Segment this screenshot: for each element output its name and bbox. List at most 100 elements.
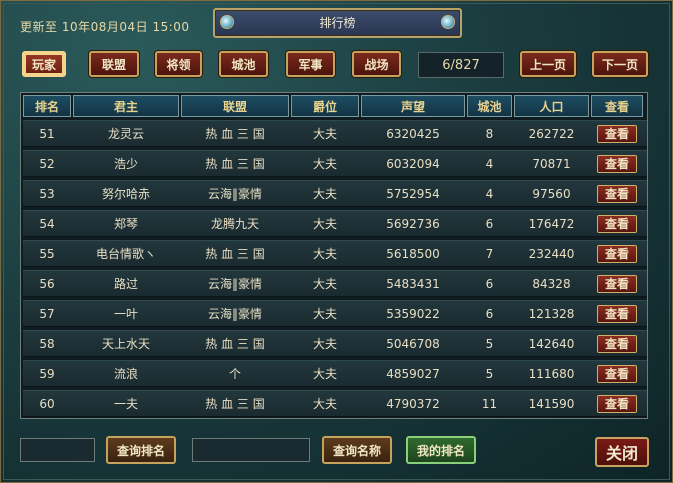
update-time-text: 更新至 10年08月04日 15:00	[20, 20, 190, 34]
cell-title: 大夫	[312, 307, 337, 321]
cell-alliance: 热 血 三 国	[205, 337, 265, 351]
cell-rank: 59	[39, 366, 55, 381]
ranking-table: 排名 君主 联盟 爵位 声望 城池 人口 查看 51 龙灵云热 血 三 国大夫 63…	[20, 92, 648, 419]
cell-cities: 6	[485, 276, 494, 291]
cell-cities: 6	[485, 306, 494, 321]
cell-rank: 54	[39, 216, 55, 231]
cell-view: 查看	[591, 334, 643, 353]
cell-prestige: 5483431	[386, 276, 440, 291]
gem-icon	[441, 15, 455, 29]
prev-page-button[interactable]: 上一页	[520, 51, 576, 77]
cell-alliance: 云海‖豪情	[207, 277, 262, 291]
cell-title: 大夫	[312, 337, 337, 351]
tab-battlefield[interactable]: 战场	[352, 51, 401, 77]
view-button[interactable]: 查看	[597, 214, 637, 233]
view-button[interactable]: 查看	[597, 274, 637, 293]
cell-prestige: 5359022	[386, 306, 440, 321]
query-name-button[interactable]: 查询名称	[322, 436, 392, 464]
header-title: 爵位	[291, 95, 359, 117]
cell-view: 查看	[591, 274, 643, 293]
next-page-button[interactable]: 下一页	[592, 51, 648, 77]
title-bar: 排行榜	[213, 8, 462, 38]
cell-population: 141590	[528, 396, 575, 411]
cell-population: 262722	[528, 126, 575, 141]
cell-view: 查看	[591, 304, 643, 323]
cell-alliance: 云海‖豪情	[207, 187, 262, 201]
table-body: 51 龙灵云热 血 三 国大夫 6320425 8 262722 查看 52 浩少热 血 三 …	[23, 120, 647, 420]
cell-cities: 7	[485, 246, 494, 261]
close-button[interactable]: 关闭	[595, 437, 649, 467]
cell-title: 大夫	[312, 127, 337, 141]
cell-title: 大夫	[312, 247, 337, 261]
tab-general[interactable]: 将领	[155, 51, 202, 77]
cell-population: 176472	[528, 216, 575, 231]
cell-alliance: 热 血 三 国	[205, 247, 265, 261]
table-row: 53 努尔哈赤 云海‖豪情 大夫 5752954 4 97560 查看	[23, 180, 647, 207]
view-button[interactable]: 查看	[597, 364, 637, 383]
table-header-row: 排名 君主 联盟 爵位 声望 城池 人口 查看	[23, 95, 643, 117]
header-lord: 君主	[73, 95, 179, 117]
cell-population: 142640	[528, 336, 575, 351]
cell-lord: 一叶	[113, 307, 138, 321]
view-button[interactable]: 查看	[597, 394, 637, 413]
tab-player[interactable]: 玩家	[22, 51, 66, 77]
view-button[interactable]: 查看	[597, 184, 637, 203]
cell-alliance: 热 血 三 国	[205, 127, 265, 141]
rank-search-input[interactable]	[20, 438, 95, 462]
tab-city[interactable]: 城池	[219, 51, 268, 77]
cell-prestige: 4859027	[386, 366, 440, 381]
view-button[interactable]: 查看	[597, 334, 637, 353]
table-row: 56 路过 云海‖豪情 大夫 5483431 6 84328 查看	[23, 270, 647, 297]
cell-cities: 5	[485, 336, 494, 351]
cell-title: 大夫	[312, 277, 337, 291]
cell-prestige: 4790372	[386, 396, 440, 411]
cell-prestige: 5618500	[386, 246, 440, 261]
table-row: 55 电台情歌ヽ 热 血 三 国 大夫 5618500 7 232440 查看	[23, 240, 647, 267]
cell-view: 查看	[591, 124, 643, 143]
header-cities: 城池	[467, 95, 512, 117]
tab-alliance[interactable]: 联盟	[89, 51, 139, 77]
header-rank: 排名	[23, 95, 71, 117]
cell-rank: 57	[39, 306, 55, 321]
cell-title: 大夫	[312, 157, 337, 171]
cell-rank: 53	[39, 186, 55, 201]
table-row: 58 天上水天 热 血 三 国 大夫 5046708 5 142640 查看	[23, 330, 647, 357]
cell-prestige: 6032094	[386, 156, 440, 171]
window-title: 排行榜	[319, 16, 356, 30]
cell-view: 查看	[591, 184, 643, 203]
view-button[interactable]: 查看	[597, 304, 637, 323]
cell-view: 查看	[591, 214, 643, 233]
table-row: 51 龙灵云 热 血 三 国 大夫 6320425 8 262722 查看	[23, 120, 647, 147]
cell-alliance: 云海‖豪情	[207, 307, 262, 321]
table-row: 60 一夫 热 血 三 国 大夫 4790372 11 141590 查看	[23, 390, 647, 417]
tab-military[interactable]: 军事	[286, 51, 335, 77]
query-rank-button[interactable]: 查询排名	[106, 436, 176, 464]
cell-lord: 路过	[113, 277, 138, 291]
cell-title: 大夫	[312, 217, 337, 231]
cell-lord: 郑琴	[113, 217, 138, 231]
cell-population: 70871	[532, 156, 571, 171]
cell-lord: 流浪	[113, 367, 138, 381]
cell-rank: 51	[39, 126, 55, 141]
view-button[interactable]: 查看	[597, 124, 637, 143]
cell-cities: 4	[485, 156, 494, 171]
cell-rank: 55	[39, 246, 55, 261]
cell-view: 查看	[591, 394, 643, 413]
cell-view: 查看	[591, 244, 643, 263]
header-alliance: 联盟	[181, 95, 289, 117]
view-button[interactable]: 查看	[597, 154, 637, 173]
view-button[interactable]: 查看	[597, 244, 637, 263]
cell-prestige: 5046708	[386, 336, 440, 351]
name-search-input[interactable]	[192, 438, 310, 462]
cell-alliance: 个	[228, 367, 241, 381]
cell-lord: 龙灵云	[107, 127, 144, 141]
cell-cities: 5	[485, 366, 494, 381]
cell-view: 查看	[591, 154, 643, 173]
cell-title: 大夫	[312, 187, 337, 201]
cell-rank: 58	[39, 336, 55, 351]
cell-title: 大夫	[312, 397, 337, 411]
cell-alliance: 热 血 三 国	[205, 397, 265, 411]
my-rank-button[interactable]: 我的排名	[406, 436, 476, 464]
cell-rank: 56	[39, 276, 55, 291]
cell-lord: 天上水天	[101, 337, 150, 351]
